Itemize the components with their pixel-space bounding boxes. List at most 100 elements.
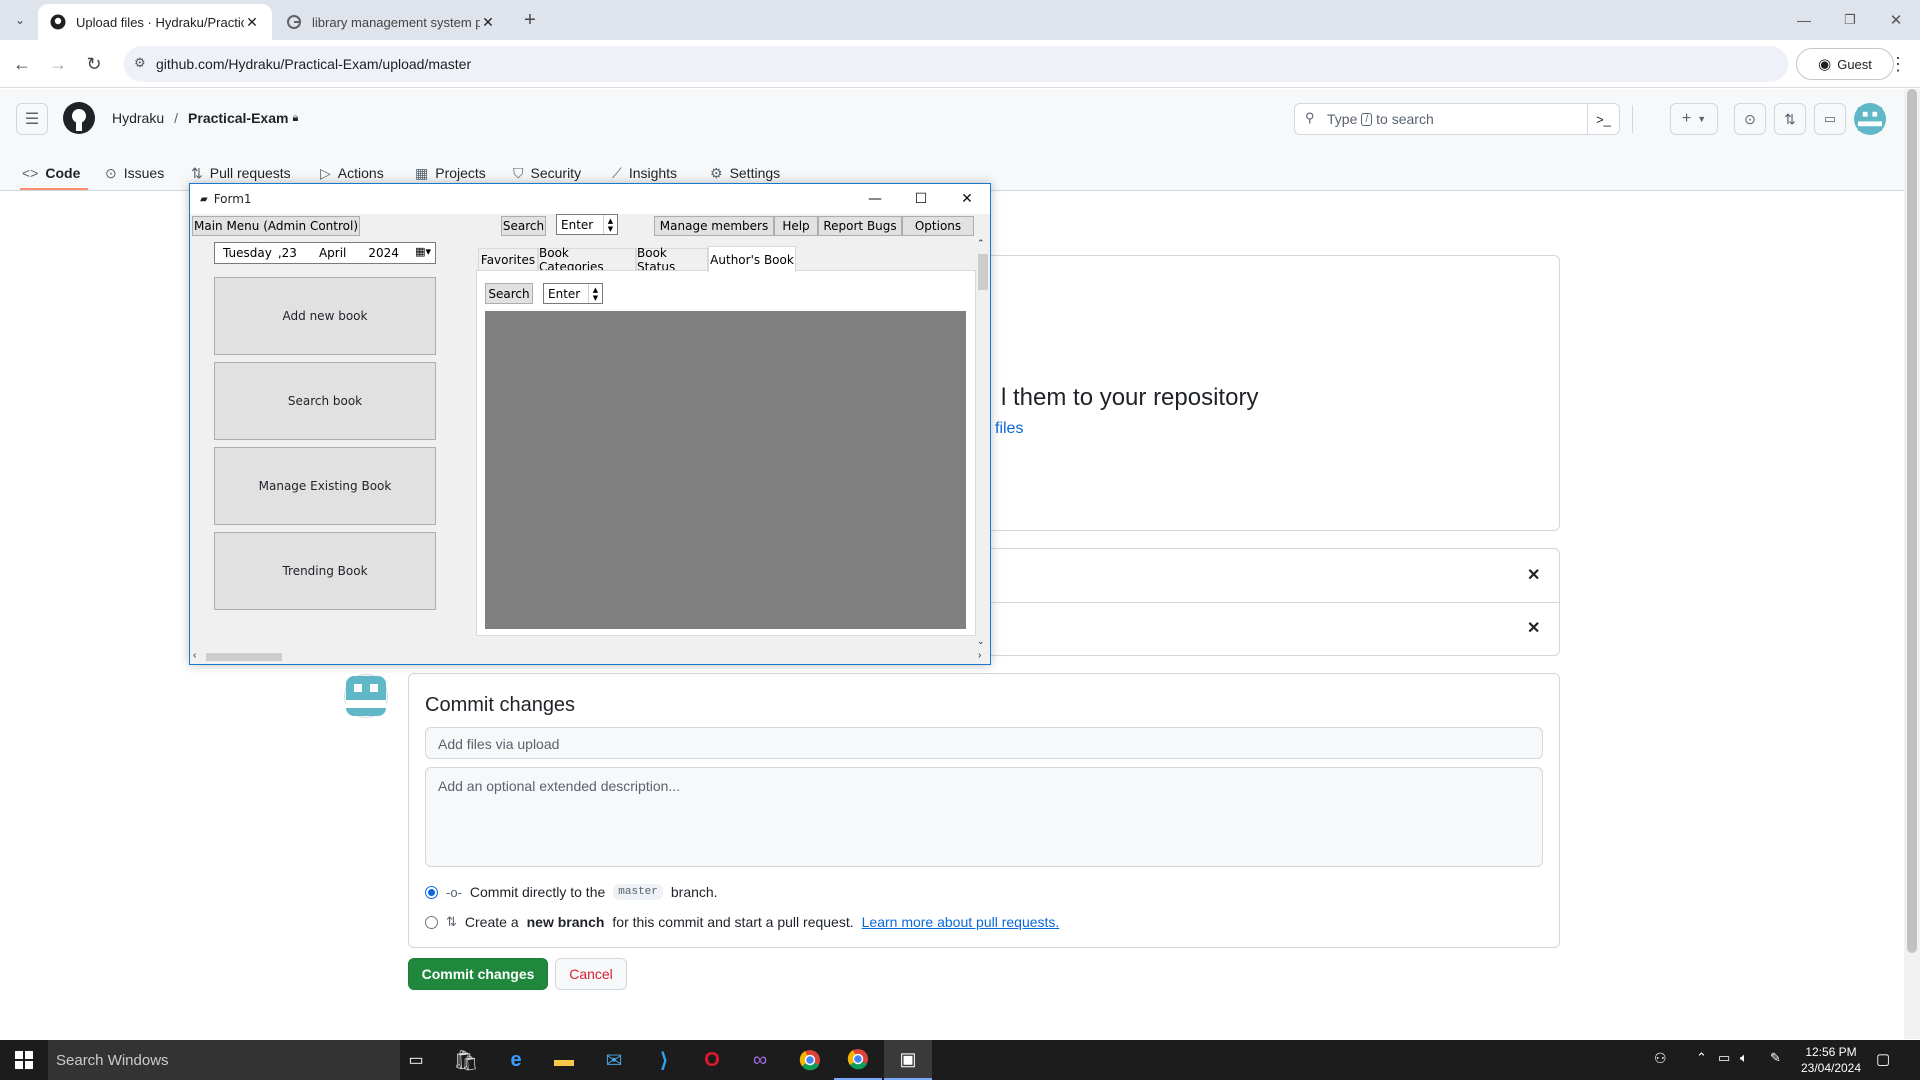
opera-icon[interactable]: O xyxy=(688,1040,736,1080)
inbox-icon[interactable]: ▭ xyxy=(1814,103,1846,135)
tab-issues-label: Issues xyxy=(123,165,165,181)
profile-label: Guest xyxy=(1837,56,1872,72)
tab-search-spinner[interactable]: Enter ▲ ▼ xyxy=(543,283,603,304)
task-view-icon[interactable]: ▭ xyxy=(392,1040,440,1080)
forward-arrow-icon[interactable]: → xyxy=(42,48,74,80)
browser-tab-active[interactable]: Upload files · Hydraku/Practical-Exam ✕ xyxy=(38,4,272,40)
tab-authors-book[interactable]: Author's Book xyxy=(708,246,796,272)
pull-request-icon: ⇅ xyxy=(191,164,203,181)
form1-titlebar[interactable]: ▰ Form1 — ☐ ✕ xyxy=(190,184,990,214)
page-scrollbar-thumb[interactable] xyxy=(1907,89,1917,953)
form-hscroll-thumb[interactable] xyxy=(206,653,282,661)
close-tab-icon[interactable]: ✕ xyxy=(480,14,496,31)
github-logo-icon[interactable] xyxy=(62,101,96,135)
form-maximize-icon[interactable]: ☐ xyxy=(898,184,944,214)
commit-summary-input[interactable]: Add files via upload xyxy=(425,727,1543,759)
search-book-button[interactable]: Search book xyxy=(214,362,436,440)
close-window-icon[interactable]: ✕ xyxy=(1880,4,1912,36)
tab-book-status[interactable]: Book Status xyxy=(636,246,708,274)
add-new-book-button[interactable]: Add new book xyxy=(214,277,436,355)
search-input[interactable]: ⚲ Type / to search >_ xyxy=(1294,103,1620,135)
taskbar-search-input[interactable]: Search Windows xyxy=(48,1040,400,1080)
remove-file-icon[interactable]: ✕ xyxy=(1527,618,1540,638)
reload-icon[interactable]: ↻ xyxy=(78,48,110,80)
tab-issues[interactable]: ⊙ Issues xyxy=(105,155,164,191)
edge-icon[interactable]: e xyxy=(492,1040,540,1080)
vscode-icon[interactable]: ⟩ xyxy=(640,1040,688,1080)
address-bar[interactable]: ⚙ github.com/Hydraku/Practical-Exam/uplo… xyxy=(124,46,1788,82)
close-tab-icon[interactable]: ✕ xyxy=(244,14,260,31)
profile-button[interactable]: ◉ Guest xyxy=(1796,48,1894,80)
scroll-right-icon[interactable]: › xyxy=(978,650,981,661)
pull-requests-icon[interactable]: ⇅ xyxy=(1774,103,1806,135)
restore-window-icon[interactable]: ❐ xyxy=(1834,4,1866,36)
people-icon[interactable]: ⚇ xyxy=(1654,1050,1667,1067)
visual-studio-icon[interactable]: ∞ xyxy=(736,1040,784,1080)
tab-book-categories[interactable]: Book Categories xyxy=(538,246,636,274)
date-picker[interactable]: Tuesday , 23 April 2024 ▦▾ xyxy=(214,242,436,264)
scroll-down-icon[interactable]: ⌄ xyxy=(977,636,985,647)
network-icon[interactable]: ▭ xyxy=(1718,1050,1730,1066)
tab-security-label: Security xyxy=(530,165,582,181)
help-menu[interactable]: Help xyxy=(774,216,818,236)
learn-more-link[interactable]: Learn more about pull requests. xyxy=(862,914,1060,930)
form-vertical-scrollbar[interactable]: ⌃ ⌄ xyxy=(976,238,990,649)
menu-search-button[interactable]: Search xyxy=(501,216,546,236)
avatar[interactable] xyxy=(1854,103,1886,135)
taskbar-clock[interactable]: 12:56 PM 23/04/2024 xyxy=(1800,1044,1862,1076)
repo-name-link[interactable]: Practical-Exam xyxy=(188,110,288,126)
hamburger-menu-icon[interactable]: ☰ xyxy=(16,103,48,135)
volume-icon[interactable]: 🔈︎ xyxy=(1740,1050,1748,1066)
main-menu-item[interactable]: Main Menu (Admin Control) xyxy=(192,216,360,236)
back-arrow-icon[interactable]: ← xyxy=(6,48,38,80)
form-vscroll-thumb[interactable] xyxy=(978,254,988,290)
report-bugs-menu[interactable]: Report Bugs xyxy=(818,216,902,236)
new-tab-icon[interactable]: + xyxy=(514,4,546,36)
chrome-icon[interactable] xyxy=(786,1040,834,1080)
choose-files-link[interactable]: files xyxy=(995,420,1023,438)
scroll-left-icon[interactable]: ‹ xyxy=(193,650,196,661)
chrome-icon[interactable] xyxy=(834,1040,882,1080)
scroll-up-icon[interactable]: ⌃ xyxy=(977,238,985,249)
issues-icon[interactable]: ⊙ xyxy=(1734,103,1766,135)
site-info-icon[interactable]: ⚙ xyxy=(134,55,146,71)
page-scrollbar[interactable] xyxy=(1904,89,1920,1039)
commit-direct-radio[interactable] xyxy=(425,885,438,899)
calendar-dropdown-icon[interactable]: ▦▾ xyxy=(415,245,431,258)
cancel-button[interactable]: Cancel xyxy=(555,958,627,990)
tab-favorites[interactable]: Favorites xyxy=(478,248,538,270)
manage-existing-book-button[interactable]: Manage Existing Book xyxy=(214,447,436,525)
tab-search-chevron-icon[interactable]: ⌄ xyxy=(4,4,36,36)
remove-file-icon[interactable]: ✕ xyxy=(1527,565,1540,585)
tab-search-button[interactable]: Search xyxy=(485,283,533,304)
spinner-arrows-icon[interactable]: ▲ ▼ xyxy=(588,284,602,303)
menu-search-spinner[interactable]: Enter ▲ ▼ xyxy=(556,214,618,235)
books-data-grid[interactable] xyxy=(485,311,966,629)
commit-changes-button[interactable]: Commit changes xyxy=(408,958,548,990)
manage-members-menu[interactable]: Manage members xyxy=(654,216,774,236)
winforms-app-icon[interactable]: ▣ xyxy=(884,1040,932,1080)
commit-description-textarea[interactable]: Add an optional extended description... xyxy=(425,767,1543,867)
command-palette-icon[interactable]: >_ xyxy=(1587,104,1619,134)
create-new-button[interactable]: + ▼ xyxy=(1670,103,1718,135)
form-horizontal-scrollbar[interactable]: ‹ › xyxy=(190,650,990,664)
file-explorer-icon[interactable]: ▬ xyxy=(540,1040,588,1080)
form-close-icon[interactable]: ✕ xyxy=(944,184,990,214)
chrome-menu-icon[interactable]: ⋮ xyxy=(1882,48,1914,80)
notifications-icon[interactable]: ▢ xyxy=(1876,1050,1890,1068)
show-hidden-icons-icon[interactable]: ⌃ xyxy=(1696,1050,1707,1066)
repo-owner-link[interactable]: Hydraku xyxy=(112,110,164,126)
browser-tab[interactable]: library management system project ✕ xyxy=(274,4,508,40)
minimize-window-icon[interactable]: — xyxy=(1788,4,1820,36)
pen-icon[interactable]: ✎ xyxy=(1770,1050,1781,1066)
new-branch-option: ⇅ Create a new branch for this commit an… xyxy=(425,914,1059,930)
spinner-arrows-icon[interactable]: ▲ ▼ xyxy=(603,215,617,234)
store-icon[interactable]: 🛍︎ xyxy=(442,1040,490,1080)
new-branch-radio[interactable] xyxy=(425,915,438,929)
tab-code[interactable]: <> Code xyxy=(22,155,80,191)
form-minimize-icon[interactable]: — xyxy=(852,184,898,214)
trending-book-button[interactable]: Trending Book xyxy=(214,532,436,610)
windows-start-icon[interactable] xyxy=(0,1040,48,1080)
options-menu[interactable]: Options xyxy=(902,216,974,236)
mail-icon[interactable]: ✉ xyxy=(590,1040,638,1080)
